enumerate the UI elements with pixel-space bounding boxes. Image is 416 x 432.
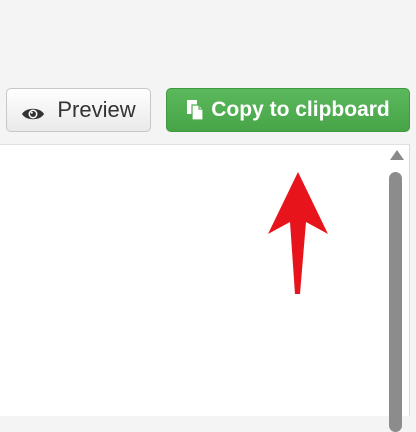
copy-label: Copy to clipboard <box>211 98 390 121</box>
vertical-scrollbar[interactable] <box>386 146 408 432</box>
annotation-arrow-icon <box>268 172 328 294</box>
preview-button[interactable]: Preview <box>6 88 151 132</box>
copy-to-clipboard-button[interactable]: Copy to clipboard <box>166 88 410 132</box>
preview-label: Preview <box>57 97 136 122</box>
scroll-thumb[interactable] <box>389 172 402 432</box>
eye-icon <box>21 102 45 120</box>
copy-icon <box>186 99 204 121</box>
toolbar: Preview Copy to clipboard <box>0 0 416 144</box>
editor-area[interactable] <box>0 144 410 416</box>
scroll-up-arrow-icon[interactable] <box>390 150 404 160</box>
